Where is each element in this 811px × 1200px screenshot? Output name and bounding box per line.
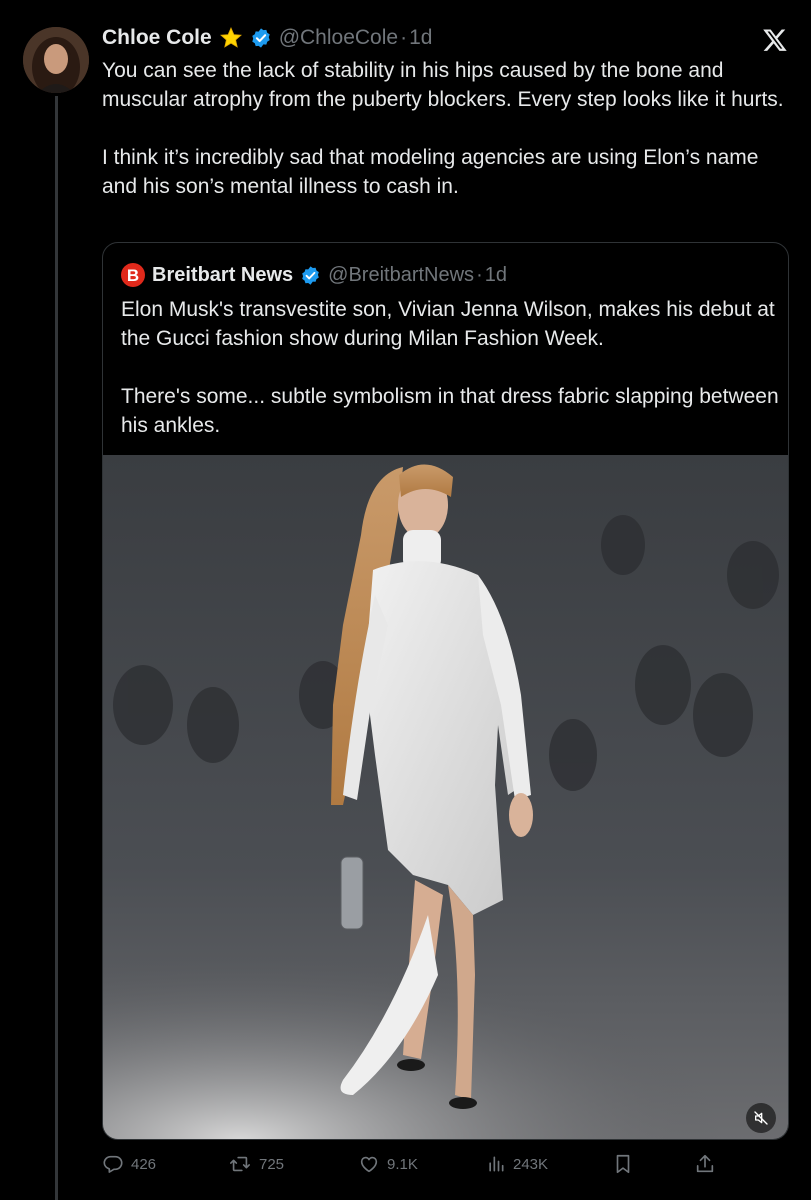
views-count: 243K [513,1155,549,1173]
like-button[interactable]: 9.1K [358,1150,418,1178]
heart-icon [360,1156,378,1173]
author-handle[interactable]: @ChloeCole [279,26,398,50]
post-detail-view: Chloe Cole @ChloeCole · 1d You can see t… [0,0,811,1200]
reply-icon [103,1155,123,1173]
views-button[interactable]: 243K [486,1150,548,1178]
repost-icon [230,1156,250,1172]
thread-line [55,96,58,1200]
share-icon [696,1154,714,1173]
post-header: Chloe Cole @ChloeCole · 1d [102,22,432,54]
star-badge-icon [219,26,243,50]
bookmark-icon [616,1154,630,1174]
post-body: You can see the lack of stability in his… [102,56,792,201]
quote-header: B Breitbart News @BreitbartNews · 1d [121,260,507,290]
mute-button[interactable] [746,1103,776,1133]
action-bar: 426 725 9.1K 243K [102,1150,722,1178]
avatar[interactable] [23,27,89,93]
breitbart-logo-letter: B [126,265,140,285]
verified-badge-icon [300,265,321,286]
quote-author-handle[interactable]: @BreitbartNews [328,264,474,287]
post-paragraph: I think it’s incredibly sad that modelin… [102,146,759,198]
repost-count: 725 [259,1155,285,1173]
post-paragraph: You can see the lack of stability in his… [102,59,784,111]
muted-speaker-icon [754,1111,768,1125]
verified-badge-icon [250,27,272,49]
quote-body: Elon Musk's transvestite son, Vivian Jen… [121,295,781,440]
breitbart-logo-icon: B [121,263,145,287]
quote-time[interactable]: 1d [485,264,507,287]
reply-button[interactable]: 426 [102,1150,156,1178]
quote-paragraph: Elon Musk's transvestite son, Vivian Jen… [121,298,775,350]
share-button[interactable] [694,1150,716,1178]
bookmark-button[interactable] [612,1150,634,1178]
quote-paragraph: There's some... subtle symbolism in that… [121,385,779,437]
quote-author-name[interactable]: Breitbart News [152,264,293,287]
separator-dot: · [476,263,483,286]
video-media[interactable] [103,455,788,1139]
post-time[interactable]: 1d [409,26,432,50]
x-logo-icon[interactable] [752,24,796,56]
quoted-post[interactable]: B Breitbart News @BreitbartNews · 1d Elo… [102,242,789,1140]
author-name[interactable]: Chloe Cole [102,26,212,50]
separator-dot: · [400,26,408,49]
repost-button[interactable]: 725 [228,1150,284,1178]
views-chart-icon [489,1156,504,1172]
like-count: 9.1K [387,1155,418,1173]
reply-count: 426 [131,1155,157,1173]
